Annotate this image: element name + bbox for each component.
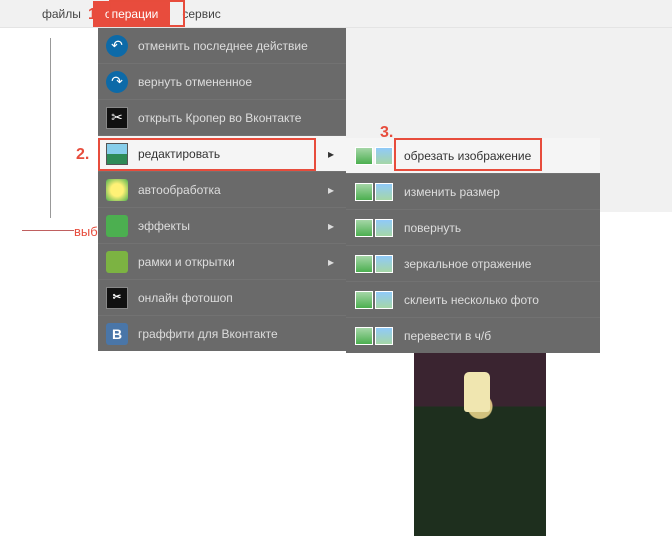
frames-icon — [106, 251, 128, 273]
menu-undo-label: отменить последнее действие — [138, 39, 338, 53]
menu-redo-label: вернуть отмененное — [138, 75, 338, 89]
operations-dropdown: ↶ отменить последнее действие ↷ вернуть … — [98, 28, 346, 351]
menu-vk-graffiti-label: граффити для Вконтакте — [138, 327, 338, 341]
menu-online-photoshop-label: онлайн фотошоп — [138, 291, 338, 305]
partial-text-vyb: выб — [74, 224, 98, 239]
submenu-resize-label: изменить размер — [404, 185, 592, 199]
submenu-merge[interactable]: склеить несколько фото — [346, 282, 600, 317]
submenu-mirror[interactable]: зеркальное отражение — [346, 246, 600, 281]
submenu-merge-label: склеить несколько фото — [404, 293, 592, 307]
submenu-crop-label: обрезать изображение — [404, 149, 592, 163]
crop-image-icon — [354, 145, 394, 167]
submenu-arrow-icon: ▸ — [328, 219, 338, 233]
menu-edit-label: редактировать — [138, 147, 328, 161]
submenu-crop[interactable]: обрезать изображение — [346, 138, 600, 173]
edit-submenu: обрезать изображение изменить размер пов… — [346, 138, 600, 353]
menu-open-croper-vk[interactable]: ✂ открыть Кропер во Вконтакте — [98, 100, 346, 135]
photoshop-icon: ✂ — [106, 287, 128, 309]
menu-effects-label: эффекты — [138, 219, 328, 233]
effects-icon — [106, 215, 128, 237]
redo-icon: ↷ — [106, 71, 128, 93]
rotate-icon — [354, 217, 394, 239]
menu-redo[interactable]: ↷ вернуть отмененное — [98, 64, 346, 99]
annotation-2: 2. — [76, 146, 89, 164]
menu-operations[interactable]: операции — [93, 1, 170, 27]
bw-icon — [354, 325, 394, 347]
submenu-arrow-icon: ▸ — [328, 183, 338, 197]
mirror-icon — [354, 253, 394, 275]
menu-auto[interactable]: автообработка ▸ — [98, 172, 346, 207]
submenu-bw-label: перевести в ч/б — [404, 329, 592, 343]
submenu-resize[interactable]: изменить размер — [346, 174, 600, 209]
resize-icon — [354, 181, 394, 203]
menu-open-croper-vk-label: открыть Кропер во Вконтакте — [138, 111, 338, 125]
vk-icon: B — [106, 323, 128, 345]
menu-vk-graffiti[interactable]: B граффити для Вконтакте — [98, 316, 346, 351]
submenu-mirror-label: зеркальное отражение — [404, 257, 592, 271]
menu-service[interactable]: сервис — [170, 1, 232, 27]
menu-frames-label: рамки и открытки — [138, 255, 328, 269]
menu-effects[interactable]: эффекты ▸ — [98, 208, 346, 243]
menu-frames[interactable]: рамки и открытки ▸ — [98, 244, 346, 279]
crop-icon: ✂ — [106, 107, 128, 129]
edit-icon — [106, 143, 128, 165]
menu-online-photoshop[interactable]: ✂ онлайн фотошоп — [98, 280, 346, 315]
menu-undo[interactable]: ↶ отменить последнее действие — [98, 28, 346, 63]
menu-files[interactable]: файлы — [30, 1, 93, 27]
menu-edit[interactable]: редактировать ▸ — [98, 136, 346, 171]
submenu-rotate[interactable]: повернуть — [346, 210, 600, 245]
submenu-arrow-icon: ▸ — [328, 255, 338, 269]
submenu-arrow-icon: ▸ — [328, 147, 338, 161]
menu-auto-label: автообработка — [138, 183, 328, 197]
submenu-rotate-label: повернуть — [404, 221, 592, 235]
menubar: файлы операции сервис — [0, 0, 672, 28]
merge-icon — [354, 289, 394, 311]
undo-icon: ↶ — [106, 35, 128, 57]
auto-icon — [106, 179, 128, 201]
submenu-bw[interactable]: перевести в ч/б — [346, 318, 600, 353]
